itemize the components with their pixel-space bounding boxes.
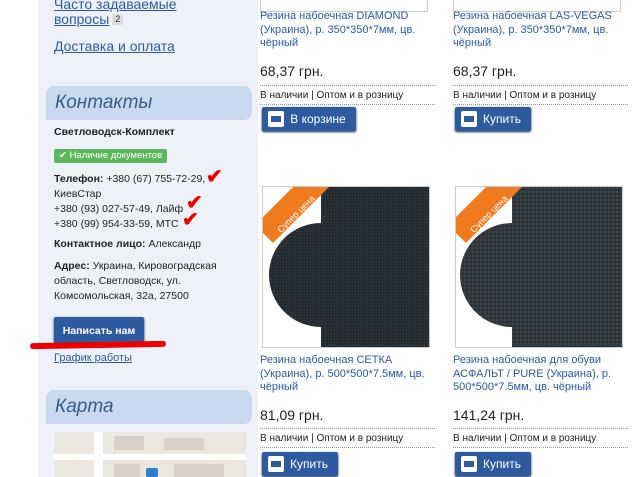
phone-3: +380 (99) 954-33-59, МТС — [54, 218, 179, 230]
write-us-button[interactable]: Написать нам — [54, 317, 144, 343]
product-title[interactable]: Резина набоечная DIAMOND (Украина), р. 3… — [260, 10, 440, 51]
divider — [260, 85, 435, 87]
product-image[interactable]: Супер цена — [455, 186, 623, 348]
map-heading: Карта — [46, 390, 252, 424]
divider — [453, 428, 628, 430]
cart-icon — [461, 456, 478, 472]
buy-button[interactable]: Купить — [455, 107, 531, 131]
map[interactable] — [54, 432, 246, 477]
product-price: 81,09 грн. — [260, 407, 324, 423]
phone-2: +380 (93) 027-57-49, Лайф — [54, 203, 184, 215]
cart-icon — [461, 111, 478, 127]
product-availability: В наличии | Оптом и в розницу — [453, 90, 597, 101]
company-name: Светловодск-Комплект — [54, 126, 175, 138]
faq-link[interactable]: Часто задаваемые вопросы 2 — [54, 0, 177, 27]
product-availability: В наличии | Оптом и в розницу — [260, 90, 404, 101]
divider — [260, 428, 435, 430]
contact-person: Контактное лицо: Александр — [54, 238, 202, 250]
product-price: 141,24 грн. — [453, 407, 525, 423]
buy-button[interactable]: Купить — [262, 452, 338, 476]
divider — [260, 104, 435, 106]
product-price: 68,37 грн. — [260, 63, 324, 79]
product-availability: В наличии | Оптом и в розницу — [453, 433, 597, 444]
divider — [260, 447, 435, 449]
contacts-heading: Контакты — [46, 86, 252, 120]
product-photo-asphalt — [456, 187, 622, 347]
documents-badge[interactable]: ✔ Наличие документов — [54, 149, 168, 163]
cart-icon — [268, 111, 285, 127]
map-graphic — [54, 432, 246, 477]
product-availability: В наличии | Оптом и в розницу — [260, 433, 404, 444]
product-photo-mesh — [263, 187, 429, 347]
divider — [453, 85, 628, 87]
buy-button[interactable]: Купить — [455, 452, 531, 476]
divider — [453, 104, 628, 106]
product-title[interactable]: Резина набоечная для обуви АСФАЛЬТ / PUR… — [453, 354, 633, 395]
address: Адрес: Украина, Кировоградская область, … — [54, 260, 217, 302]
product-title[interactable]: Резина набоечная СЕТКА (Украина), р. 500… — [260, 354, 440, 395]
product-title[interactable]: Резина набоечная LAS-VEGAS (Украина), р.… — [453, 10, 633, 51]
in-cart-button[interactable]: В корзине — [262, 107, 356, 131]
delivery-link[interactable]: Доставка и оплата — [54, 39, 175, 54]
faq-count-badge: 2 — [112, 14, 124, 25]
cart-icon — [268, 456, 285, 472]
annotation-check-icon: ✔ — [206, 166, 223, 188]
annotation-check-icon: ✔ — [182, 209, 199, 231]
product-price: 68,37 грн. — [453, 63, 517, 79]
divider — [453, 447, 628, 449]
schedule-link[interactable]: График работы — [54, 352, 132, 364]
product-image[interactable]: Супер цена — [262, 186, 430, 348]
